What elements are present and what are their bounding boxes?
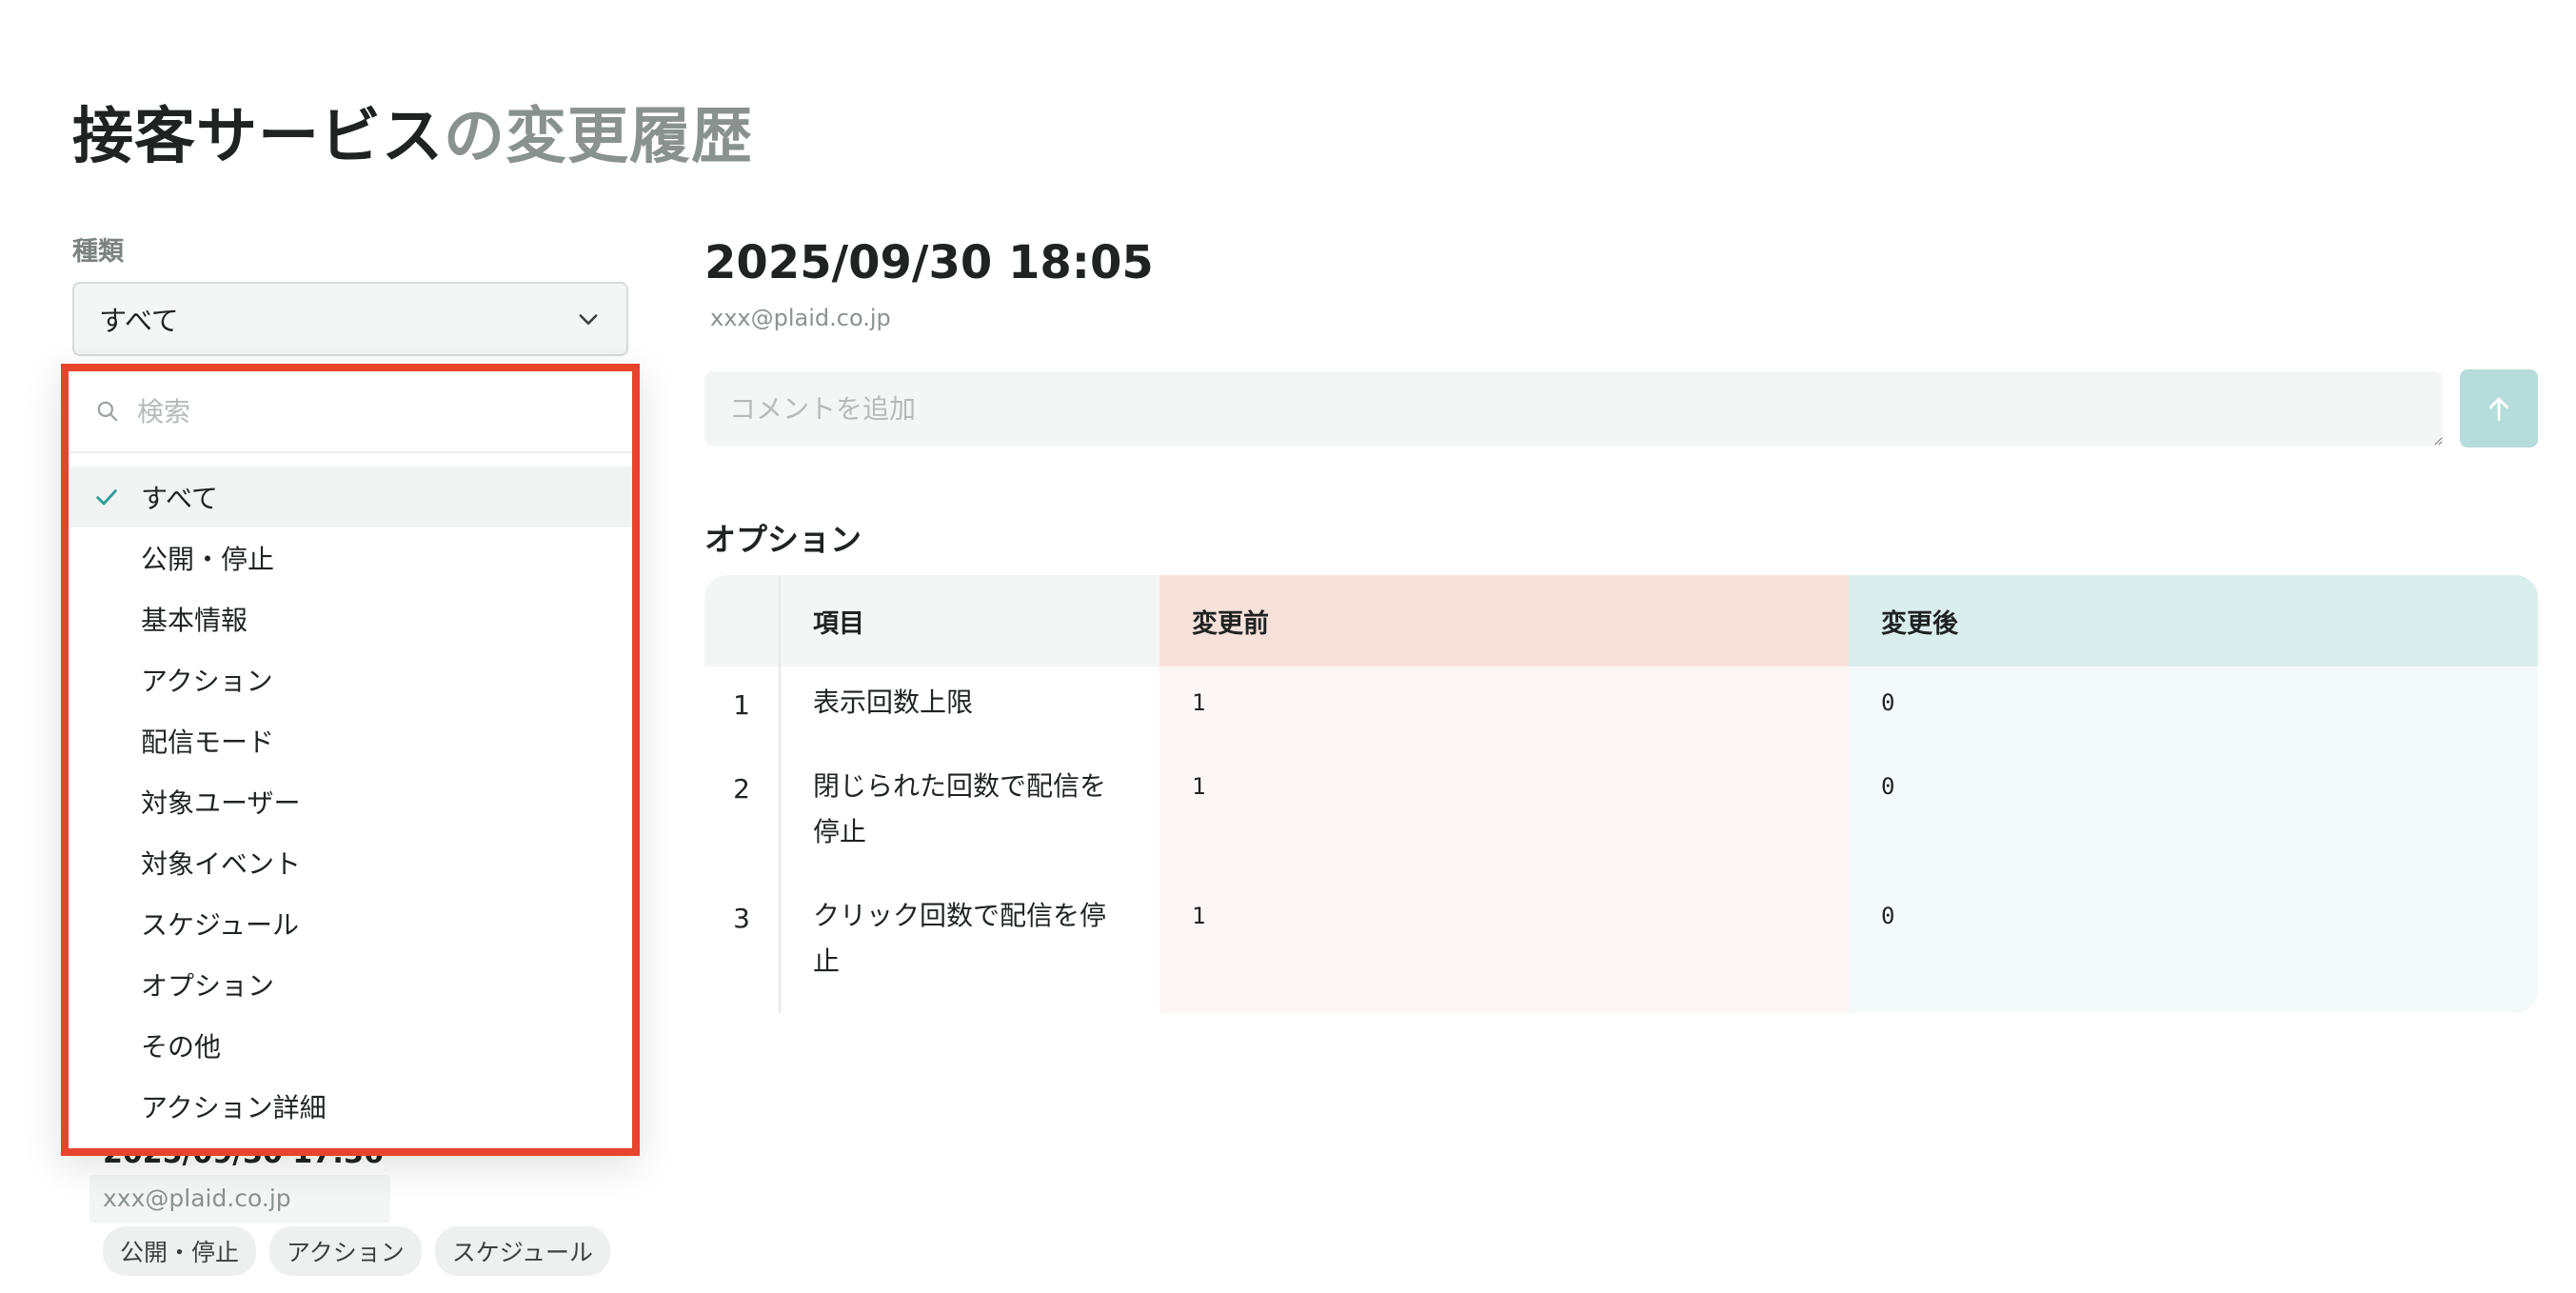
dropdown-option-other[interactable]: その他 [69,1015,632,1076]
check-icon [96,489,117,506]
search-icon [97,401,118,422]
history-tag: スケジュール [434,1226,611,1276]
row-after: 0 [1849,666,2538,750]
table-row: 3 クリック回数で配信を停止 1 0 [704,880,2538,1013]
dropdown-option-label: 配信モード [141,726,275,758]
dropdown-option-label: 基本情報 [141,605,248,636]
header-before: 変更前 [1159,575,1849,666]
row-item: 閉じられた回数で配信を停止 [813,770,1107,847]
dropdown-option-basic-info[interactable]: 基本情報 [69,588,632,649]
header-after: 変更後 [1849,575,2538,666]
filter-label: 種類 [72,237,124,267]
dropdown-option-label: 公開・停止 [141,544,275,575]
dropdown-option-delivery-mode[interactable]: 配信モード [69,710,632,771]
history-tag: 公開・停止 [103,1226,257,1276]
row-item: 表示回数上限 [813,686,974,718]
row-before: 1 [1159,666,1849,750]
row-item: クリック回数で配信を停止 [813,900,1107,977]
row-after: 0 [1849,880,2538,1013]
history-item-user: xxx@plaid.co.jp [89,1175,390,1223]
dropdown-option-label: 対象イベント [141,848,302,880]
table-row: 2 閉じられた回数で配信を停止 1 0 [704,750,2538,880]
header-item: 項目 [781,575,1159,666]
row-after: 0 [1849,750,2538,880]
comment-input[interactable] [704,371,2443,446]
dropdown-option-options[interactable]: オプション [69,954,632,1015]
row-number: 2 [704,750,781,880]
detail-date: 2025/09/30 18:05 [704,236,1154,289]
dropdown-search [69,371,632,453]
history-tag: アクション [269,1226,422,1276]
type-select-value: すべて [99,305,179,337]
table-header: 項目 変更前 変更後 [704,575,2538,666]
dropdown-search-input[interactable] [137,395,575,428]
dropdown-option-all[interactable]: すべて [69,467,632,527]
section-title: オプション [704,521,862,558]
dropdown-option-label: アクション詳細 [141,1092,327,1124]
dropdown-option-label: アクション [141,666,273,697]
row-before: 1 [1159,750,1849,880]
page-title: 接客サービスの変更履歴 [72,88,753,175]
send-comment-button[interactable] [2460,369,2538,448]
detail-user: xxx@plaid.co.jp [710,305,891,331]
dropdown-option-action[interactable]: アクション [69,649,632,710]
row-before: 1 [1159,880,1849,1013]
dropdown-option-schedule[interactable]: スケジュール [69,893,632,954]
type-dropdown: すべて 公開・停止 基本情報 アクション 配信モード 対象ユーザー 対象イベント… [61,364,640,1156]
dropdown-option-target-events[interactable]: 対象イベント [69,832,632,893]
history-item-tags: 公開・停止 アクション スケジュール [103,1226,611,1276]
dropdown-option-label: 対象ユーザー [141,787,301,819]
dropdown-options: すべて 公開・停止 基本情報 アクション 配信モード 対象ユーザー 対象イベント… [69,453,632,1137]
dropdown-option-publish[interactable]: 公開・停止 [69,527,632,588]
dropdown-option-label: オプション [141,970,275,1002]
table-row: 1 表示回数上限 1 0 [704,666,2538,750]
dropdown-option-action-details[interactable]: アクション詳細 [69,1076,632,1137]
dropdown-option-label: スケジュール [141,909,300,941]
type-select[interactable]: すべて [72,282,628,356]
changes-table: 項目 変更前 変更後 1 表示回数上限 1 0 2 閉じられた回数で配信を停止 … [704,575,2538,1013]
table-body: 1 表示回数上限 1 0 2 閉じられた回数で配信を停止 1 0 3 クリック回… [704,666,2538,1013]
dropdown-option-label: その他 [141,1031,222,1063]
header-number [704,575,781,666]
page-title-main: 接客サービス [72,102,444,172]
chevron-down-icon [579,314,598,325]
arrow-up-icon [2489,397,2508,421]
page-title-sub: の変更履歴 [444,102,753,172]
row-number: 3 [704,880,781,1013]
page: 接客サービスの変更履歴 種類 すべて 2025/09/30 17:36 xxx@… [0,0,2576,1293]
dropdown-option-label: すべて [141,483,218,514]
dropdown-option-target-users[interactable]: 対象ユーザー [69,771,632,832]
row-number: 1 [704,666,781,750]
